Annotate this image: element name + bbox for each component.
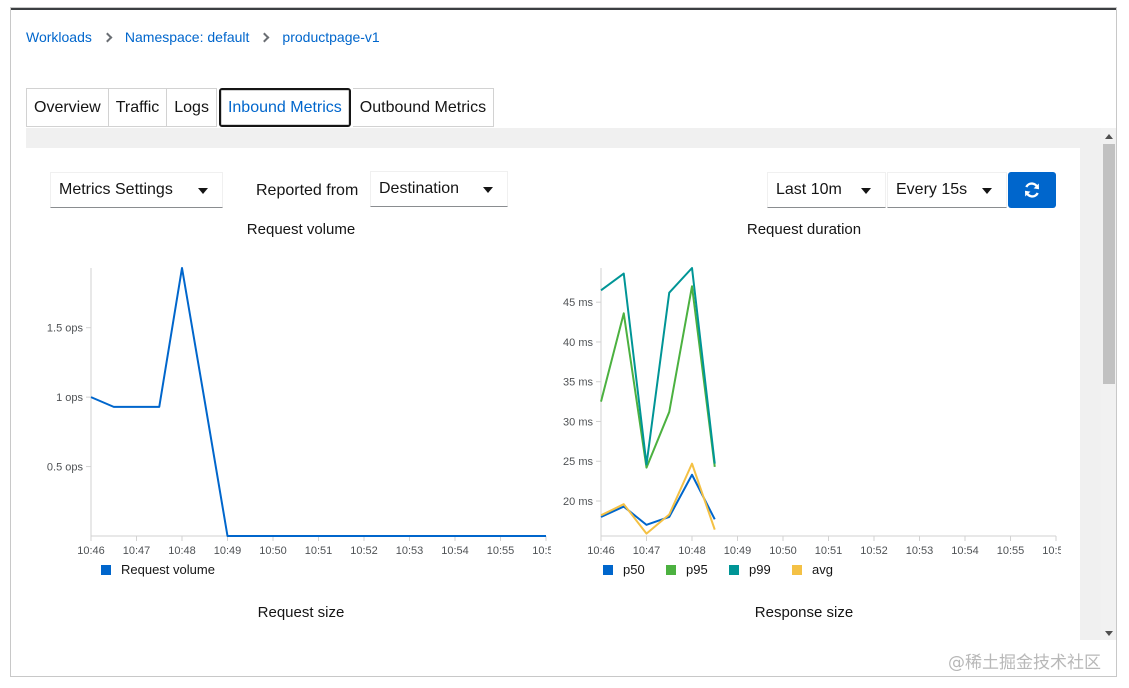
tab-logs[interactable]: Logs xyxy=(167,88,217,127)
y-tick-label: 20 ms xyxy=(563,496,593,508)
chevron-right-icon xyxy=(102,32,113,42)
request-duration-chart: 20 ms 25 ms 30 ms 35 ms 40 ms 45 ms 10:46 10:47… xyxy=(563,267,1061,577)
request-volume-chart: 0.5 ops 1 ops 1.5 ops 10:46 10:47 10:48 10:49 1… xyxy=(47,267,551,577)
x-tick-label: 10:51 xyxy=(305,545,333,557)
reported-from-dropdown[interactable]: Destination xyxy=(370,171,508,207)
scroll-down-icon[interactable] xyxy=(1105,631,1113,636)
series-line-avg xyxy=(600,462,716,535)
series-line-p99 xyxy=(600,267,716,466)
caret-down-icon xyxy=(198,188,208,194)
chevron-right-icon xyxy=(259,32,270,42)
y-tick-label: 30 ms xyxy=(563,416,593,428)
tab-bar: Overview Traffic Logs Inbound Metrics Ou… xyxy=(26,88,495,127)
legend-swatch xyxy=(729,565,739,575)
reported-from-value: Destination xyxy=(379,180,460,197)
x-tick-label: 10:48 xyxy=(168,545,196,557)
legend-swatch xyxy=(101,565,111,575)
chart-title-request-size: Request size xyxy=(257,604,345,621)
legend-label: p50 xyxy=(623,562,645,577)
x-tick-label: 10:50 xyxy=(259,545,287,557)
chart-title-request-volume: Request volume xyxy=(246,221,356,238)
time-range-value: Last 10m xyxy=(776,181,842,198)
caret-down-icon xyxy=(982,188,992,194)
x-tick-label: 10:46 xyxy=(77,545,105,557)
x-tick-label: 10:52 xyxy=(860,545,888,557)
legend-swatch xyxy=(792,565,802,575)
x-tick-label: 10:55 xyxy=(487,545,515,557)
breadcrumb-namespace[interactable]: Namespace: default xyxy=(125,29,250,45)
tab-traffic[interactable]: Traffic xyxy=(108,88,168,127)
tab-outbound-metrics[interactable]: Outbound Metrics xyxy=(352,88,495,127)
series-line-request-volume xyxy=(90,267,546,537)
refresh-interval-value: Every 15s xyxy=(896,181,968,198)
metrics-settings-dropdown[interactable]: Metrics Settings xyxy=(50,172,223,208)
x-tick-label: 10:47 xyxy=(633,545,661,557)
breadcrumb-workloads[interactable]: Workloads xyxy=(26,29,92,45)
legend-swatch xyxy=(666,565,676,575)
y-tick-label: 0.5 ops xyxy=(47,462,84,474)
y-tick-label: 1 ops xyxy=(56,392,83,404)
watermark: @稀土掘金技术社区 xyxy=(948,653,1101,673)
x-tick-label: 10:53 xyxy=(906,545,934,557)
x-tick-label: 10:55 xyxy=(997,545,1025,557)
x-tick-label: 10:48 xyxy=(678,545,706,557)
y-tick-label: 45 ms xyxy=(563,297,593,309)
scrollbar-thumb[interactable] xyxy=(1103,144,1115,384)
sync-icon xyxy=(1025,182,1039,198)
reported-from-label: Reported from xyxy=(256,182,359,199)
refresh-button[interactable] xyxy=(1008,172,1056,208)
caret-down-icon xyxy=(483,187,493,193)
caret-down-icon xyxy=(861,188,871,194)
y-tick-label: 35 ms xyxy=(563,377,593,389)
legend-swatch xyxy=(603,565,613,575)
legend-label: p95 xyxy=(686,562,708,577)
chart-title-request-duration: Request duration xyxy=(746,221,862,238)
app-window: Workloads Namespace: default productpage… xyxy=(10,7,1117,677)
breadcrumb-workload[interactable]: productpage-v1 xyxy=(282,29,379,45)
y-tick-label: 1.5 ops xyxy=(47,323,84,335)
legend-label: p99 xyxy=(749,562,771,577)
scroll-up-icon[interactable] xyxy=(1105,134,1113,139)
x-tick-label: 10:54 xyxy=(441,545,469,557)
x-tick-label: 10:47 xyxy=(123,545,151,557)
metrics-settings-label: Metrics Settings xyxy=(59,181,173,198)
x-tick-label: 10:52 xyxy=(350,545,378,557)
vertical-scrollbar[interactable] xyxy=(1101,128,1116,640)
breadcrumb: Workloads Namespace: default productpage… xyxy=(26,29,380,45)
x-tick-label: 10:49 xyxy=(724,545,752,557)
x-tick-label: 10:53 xyxy=(396,545,424,557)
x-tick-label: 10:50 xyxy=(769,545,797,557)
tab-inbound-metrics[interactable]: Inbound Metrics xyxy=(218,88,351,127)
refresh-interval-dropdown[interactable]: Every 15s xyxy=(887,172,1007,208)
x-tick-label: 10:51 xyxy=(815,545,843,557)
x-tick-label: 10:49 xyxy=(214,545,242,557)
y-tick-label: 40 ms xyxy=(563,337,593,349)
x-tick-label: 10:56 xyxy=(1042,545,1061,557)
x-tick-label: 10:54 xyxy=(951,545,979,557)
x-tick-label: 10:46 xyxy=(587,545,615,557)
legend-label: Request volume xyxy=(121,562,215,577)
y-tick-label: 25 ms xyxy=(563,456,593,468)
chart-title-response-size: Response size xyxy=(754,604,854,621)
tab-overview[interactable]: Overview xyxy=(26,88,109,127)
legend-label: avg xyxy=(812,562,833,577)
time-range-dropdown[interactable]: Last 10m xyxy=(767,172,886,208)
